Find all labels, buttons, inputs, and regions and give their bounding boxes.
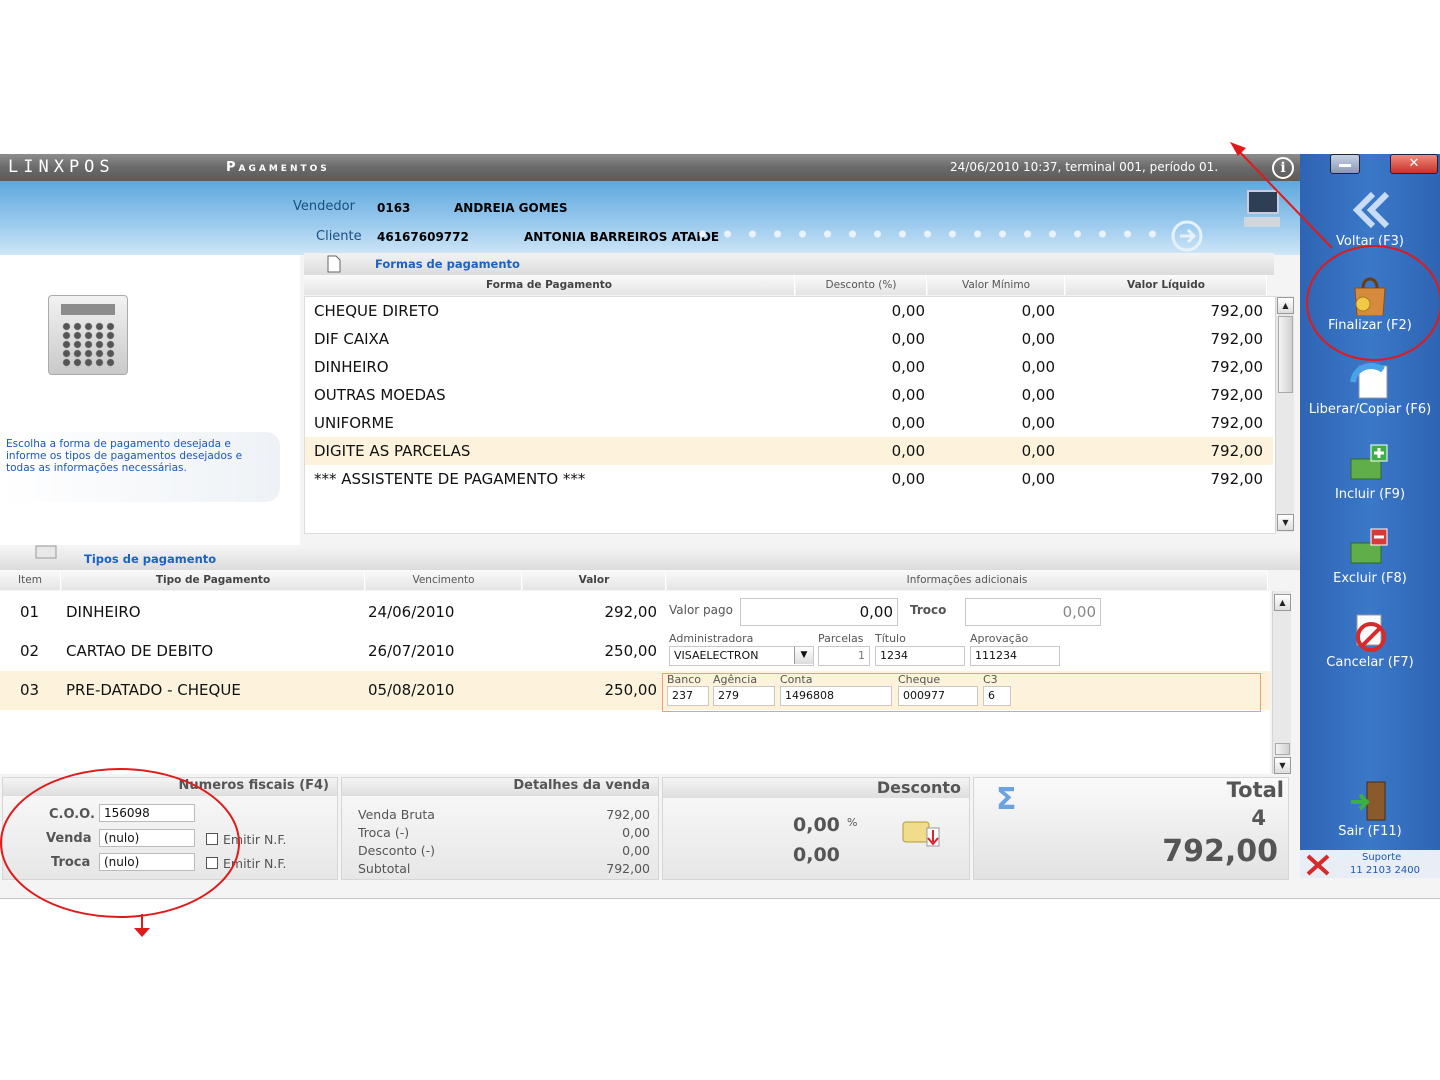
annotation-arrows [134,142,1333,937]
